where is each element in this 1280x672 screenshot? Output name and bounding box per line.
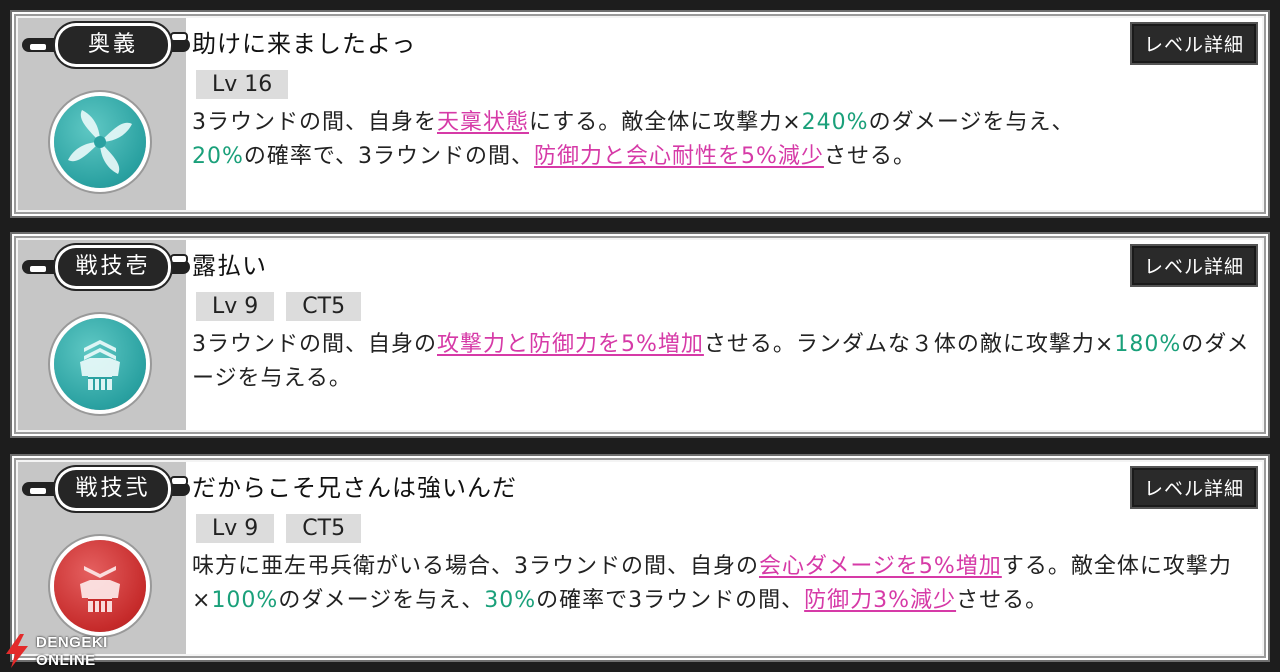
skill-type-badge: 戦技壱	[22, 246, 192, 288]
skill-name: 助けに来ましたよっ	[192, 30, 417, 58]
desc-text: のダメージを与え、	[868, 110, 1075, 135]
desc-text: 3ラウンドの間、自身の	[192, 332, 437, 357]
desc-text: の確率で、3ラウンドの間、	[243, 144, 535, 169]
desc-text: のダメージを与え、	[278, 588, 485, 613]
skill-card-ougi: 奥義 助けに来ましたよっ レベル詳細 Lv 16 3ラウンドの間、自身を天稟状態…	[10, 10, 1270, 218]
desc-link[interactable]: 防御力と会心耐性を5%減少	[534, 144, 824, 169]
skill-name: だからこそ兄さんは強いんだ	[192, 474, 517, 502]
lightning-logo-icon	[6, 634, 28, 668]
level-tag: Lv 16	[196, 70, 289, 99]
desc-link[interactable]: 会心ダメージを5%増加	[759, 554, 1002, 579]
desc-text: の確率で3ラウンドの間、	[536, 588, 805, 613]
skill-card-sengi-2: 戦技弐 だからこそ兄さんは強いんだ レベル詳細 Lv 9 CT5 味方に亜左弔兵衛…	[10, 454, 1270, 662]
desc-link[interactable]: 防御力3%減少	[804, 588, 956, 613]
desc-value: 180%	[1114, 332, 1182, 357]
skill-type-badge: 奥義	[22, 24, 192, 66]
skill-type-badge: 戦技弐	[22, 468, 192, 510]
desc-value: 30%	[484, 588, 537, 613]
desc-text: させる。	[956, 588, 1049, 613]
armor-up-icon	[54, 318, 146, 410]
skill-name: 露払い	[192, 252, 267, 280]
desc-text: させる。ランダムな３体の敵に攻撃力×	[703, 332, 1115, 357]
level-detail-button[interactable]: レベル詳細	[1129, 244, 1258, 287]
desc-link[interactable]: 攻撃力と防御力を5%増加	[437, 332, 704, 357]
skill-type-label: 奥義	[58, 26, 168, 64]
desc-value: 240%	[801, 110, 869, 135]
skill-description: 3ラウンドの間、自身を天稟状態にする。敵全体に攻撃力×240%のダメージを与え、…	[192, 106, 1252, 174]
swirl-icon	[54, 96, 146, 188]
desc-value: 20%	[192, 144, 244, 169]
watermark-line-2: ONLINE	[36, 652, 96, 669]
cooldown-tag: CT5	[286, 292, 362, 321]
level-tag: Lv 9	[196, 292, 275, 321]
level-detail-button[interactable]: レベル詳細	[1129, 22, 1258, 65]
armor-down-icon	[54, 540, 146, 632]
skill-description: 味方に亜左弔兵衛がいる場合、3ラウンドの間、自身の会心ダメージを5%増加する。敵…	[192, 550, 1252, 618]
desc-text: させる。	[823, 144, 916, 169]
desc-link[interactable]: 天稟状態	[437, 110, 529, 135]
skill-description: 3ラウンドの間、自身の攻撃力と防御力を5%増加させる。ランダムな３体の敵に攻撃力…	[192, 328, 1252, 396]
desc-text: にする。敵全体に攻撃力×	[529, 110, 802, 135]
skill-card-sengi-1: 戦技壱 露払い レベル詳細 Lv 9 CT5 3ラウンドの間、自身の攻撃力と防御力…	[10, 232, 1270, 438]
cooldown-tag: CT5	[286, 514, 362, 543]
level-detail-button[interactable]: レベル詳細	[1129, 466, 1258, 509]
skill-tags: Lv 9 CT5	[196, 514, 373, 543]
skill-tags: Lv 16	[196, 70, 300, 99]
skill-type-label: 戦技弐	[58, 470, 168, 508]
dengeki-online-watermark: DENGEKI ONLINE	[0, 628, 140, 672]
desc-text: 3ラウンドの間、自身を	[192, 110, 437, 135]
desc-value: 100%	[211, 588, 279, 613]
watermark-line-1: DENGEKI	[36, 634, 108, 651]
desc-text: 味方に亜左弔兵衛がいる場合、3ラウンドの間、自身の	[192, 554, 759, 579]
level-tag: Lv 9	[196, 514, 275, 543]
skill-tags: Lv 9 CT5	[196, 292, 373, 321]
skill-type-label: 戦技壱	[58, 248, 168, 286]
